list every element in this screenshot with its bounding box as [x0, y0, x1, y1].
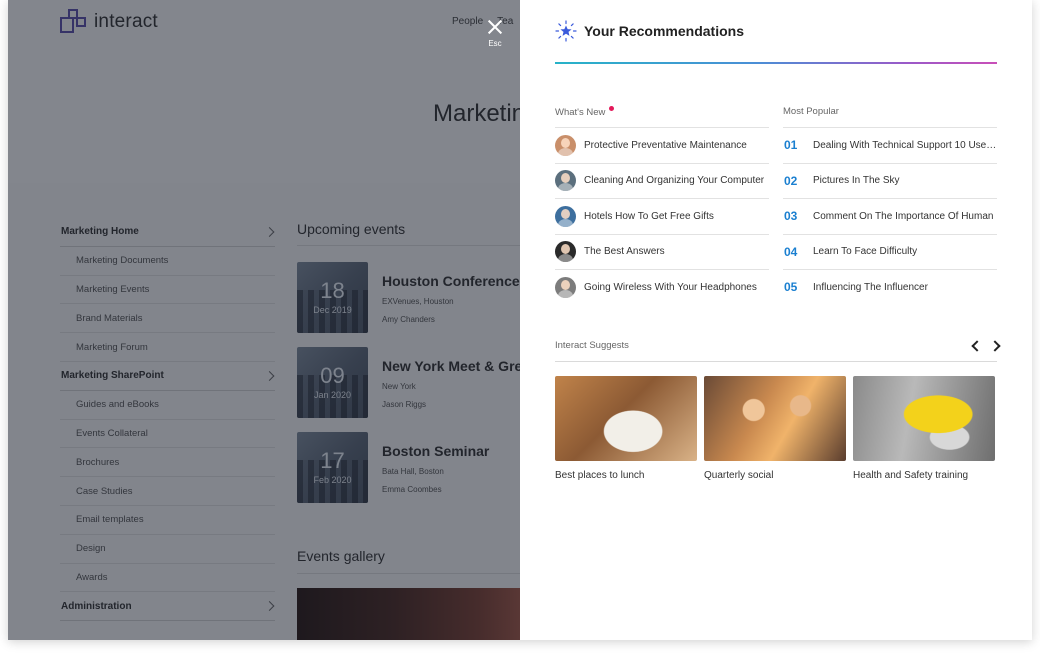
avatar [555, 170, 576, 192]
item-title: Cleaning And Organizing Your Computer [584, 175, 765, 187]
item-title: Hotels How To Get Free Gifts [584, 210, 714, 222]
new-indicator-dot [609, 106, 615, 111]
item-title: The Best Answers [584, 246, 665, 258]
close-icon [488, 20, 502, 34]
most-popular-list: 01 Dealing With Technical Support 10 Use… [783, 127, 997, 305]
whats-new-heading: What's New [555, 106, 615, 118]
divider [555, 361, 997, 362]
item-title: Influencing The Influencer [813, 281, 928, 293]
item-title: Pictures In The Sky [813, 175, 900, 187]
close-button[interactable]: Esc [478, 18, 512, 52]
item-title: Dealing With Technical Support 10 Useful… [813, 139, 997, 151]
interact-suggests-heading: Interact Suggests [555, 340, 629, 351]
list-item[interactable]: The Best Answers [555, 233, 769, 270]
rank-number: 02 [784, 173, 798, 188]
suggestion-caption: Health and Safety training [853, 470, 969, 481]
list-item[interactable]: Protective Preventative Maintenance [555, 127, 769, 163]
suggestion-caption: Best places to lunch [555, 470, 645, 481]
whats-new-list: Protective Preventative Maintenance Clea… [555, 127, 769, 305]
list-item[interactable]: 02 Pictures In The Sky [783, 162, 997, 199]
avatar [555, 241, 576, 263]
rank-number: 03 [784, 209, 798, 224]
suggestion-card[interactable]: Quarterly social [704, 376, 846, 481]
suggestion-caption: Quarterly social [704, 470, 774, 481]
carousel-prev-button[interactable] [968, 339, 984, 353]
item-title: Protective Preventative Maintenance [584, 139, 747, 151]
item-title: Learn To Face Difficulty [813, 246, 918, 258]
rank-number: 05 [784, 280, 798, 295]
recommendations-panel: Your Recommendations What's New Protecti… [520, 0, 1032, 640]
sparkle-star-icon [555, 20, 577, 42]
suggestion-image [853, 376, 995, 461]
item-title: Going Wireless With Your Headphones [584, 281, 757, 293]
panel-title: Your Recommendations [584, 23, 744, 39]
item-title: Comment On The Importance Of Human [813, 210, 994, 222]
rank-number: 01 [784, 138, 798, 153]
gradient-divider [555, 62, 997, 64]
modal-backdrop[interactable] [8, 0, 520, 640]
list-item[interactable]: Going Wireless With Your Headphones [555, 269, 769, 305]
whats-new-label: What's New [555, 107, 606, 118]
close-shortcut-label: Esc [488, 39, 502, 48]
list-item[interactable]: 05 Influencing The Influencer [783, 269, 997, 305]
list-item[interactable]: 03 Comment On The Importance Of Human [783, 198, 997, 234]
most-popular-heading: Most Popular [783, 106, 839, 117]
list-item[interactable]: Cleaning And Organizing Your Computer [555, 162, 769, 199]
app-frame: interact People Tea Marketin Marketing H… [8, 0, 1032, 640]
carousel-next-button[interactable] [988, 339, 1004, 353]
avatar [555, 134, 576, 156]
suggestion-card[interactable]: Health and Safety training [853, 376, 995, 481]
suggestion-image [704, 376, 846, 461]
list-item[interactable]: Hotels How To Get Free Gifts [555, 198, 769, 234]
suggestion-image [555, 376, 697, 461]
avatar [555, 205, 576, 227]
suggestion-card[interactable]: Best places to lunch [555, 376, 697, 481]
list-item[interactable]: 04 Learn To Face Difficulty [783, 233, 997, 270]
avatar [555, 276, 576, 298]
panel-header: Your Recommendations [555, 20, 744, 42]
rank-number: 04 [784, 244, 798, 259]
list-item[interactable]: 01 Dealing With Technical Support 10 Use… [783, 127, 997, 163]
